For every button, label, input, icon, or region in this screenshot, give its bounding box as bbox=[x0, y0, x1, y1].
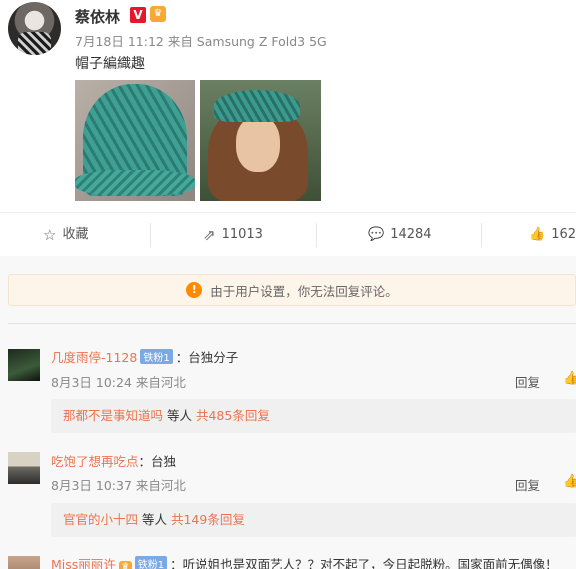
comment-line: 吃饱了想再吃点：台独 bbox=[51, 451, 176, 470]
comment-meta: 8月3日 10:24 来自河北 bbox=[51, 375, 186, 390]
author-name[interactable]: 蔡依林 bbox=[75, 6, 120, 27]
divider bbox=[481, 223, 482, 247]
warning-icon: ! bbox=[186, 282, 203, 298]
post-image-1[interactable] bbox=[75, 80, 195, 201]
thumbs-up-icon[interactable]: 👍 bbox=[563, 474, 576, 489]
commenter-avatar[interactable] bbox=[8, 556, 40, 569]
post-action-bar: ☆ 收藏 ⇗ 11013 💬 14284 👍 162 bbox=[0, 212, 576, 256]
post-image-2[interactable] bbox=[200, 80, 321, 201]
commenter-name[interactable]: Miss丽丽许 bbox=[51, 557, 116, 569]
verified-badge-icon: V bbox=[130, 7, 146, 23]
comment-line: 几度雨停-1128 铁粉1 ：台独分子 bbox=[51, 347, 238, 366]
author-avatar[interactable] bbox=[8, 2, 61, 55]
sub-reply-user[interactable]: 官官的小十四 bbox=[63, 512, 138, 527]
favorite-button[interactable]: ☆ 收藏 bbox=[43, 213, 88, 257]
post-meta: 7月18日 11:12 来自 Samsung Z Fold3 5G bbox=[75, 34, 327, 49]
post-text: 帽子編織趣 bbox=[75, 56, 145, 72]
sub-replies-box[interactable]: 官官的小十四 等人 共149条回复 bbox=[51, 503, 576, 537]
divider bbox=[8, 323, 576, 324]
favorite-label: 收藏 bbox=[62, 227, 89, 242]
commenter-avatar[interactable] bbox=[8, 452, 40, 484]
commenter-name[interactable]: 几度雨停-1128 bbox=[51, 350, 137, 365]
sub-reply-count[interactable]: 共485条回复 bbox=[196, 408, 270, 423]
sub-reply-count[interactable]: 共149条回复 bbox=[171, 512, 245, 527]
like-button[interactable]: 👍 162 bbox=[529, 213, 576, 257]
comment-text: ：台独 bbox=[138, 454, 177, 469]
reply-button[interactable]: 回复 bbox=[515, 372, 540, 391]
thumbs-up-icon[interactable]: 👍 bbox=[563, 371, 576, 386]
comment-text: ：台独分子 bbox=[175, 350, 239, 365]
sub-reply-mid: 等人 bbox=[163, 408, 196, 423]
reply-disabled-notice: ! 由于用户设置，你无法回复评论。 bbox=[8, 274, 576, 306]
comment-line: Miss丽丽许 ♛ 铁粉1 ：听说姐也是双面艺人？？对不起了，今日起脱粉。国家面前无偶… bbox=[51, 554, 558, 569]
fan-badge: 铁粉1 bbox=[134, 556, 168, 569]
weibo-post: 蔡依林 V ♛ 7月18日 11:12 来自 Samsung Z Fold3 5… bbox=[0, 0, 576, 212]
thumbs-up-icon: 👍 bbox=[529, 227, 546, 242]
share-button[interactable]: ⇗ 11013 bbox=[203, 213, 263, 257]
commenter-name[interactable]: 吃饱了想再吃点 bbox=[51, 454, 139, 469]
like-count: 162 bbox=[551, 227, 576, 242]
commenter-avatar[interactable] bbox=[8, 349, 40, 381]
reply-button[interactable]: 回复 bbox=[515, 475, 540, 494]
comment-icon: 💬 bbox=[368, 227, 385, 242]
sub-reply-user[interactable]: 那都不是事知道吗 bbox=[63, 408, 163, 423]
crown-badge-icon: ♛ bbox=[118, 561, 132, 569]
notice-text: 由于用户设置，你无法回复评论。 bbox=[210, 283, 398, 299]
comment-button[interactable]: 💬 14284 bbox=[368, 213, 432, 257]
crown-badge-icon: ♛ bbox=[150, 6, 166, 22]
comment-count: 14284 bbox=[390, 227, 432, 242]
divider bbox=[316, 223, 317, 247]
star-outline-icon: ☆ bbox=[43, 226, 57, 244]
share-icon: ⇗ bbox=[203, 226, 216, 244]
fan-badge: 铁粉1 bbox=[140, 349, 173, 364]
share-count: 11013 bbox=[221, 227, 263, 242]
comment-meta: 8月3日 10:37 来自河北 bbox=[51, 478, 186, 493]
sub-replies-box[interactable]: 那都不是事知道吗 等人 共485条回复 bbox=[51, 399, 576, 433]
divider bbox=[150, 223, 151, 247]
sub-reply-mid: 等人 bbox=[138, 512, 171, 527]
comment-text: ：听说姐也是双面艺人？？对不起了，今日起脱粉。国家面前无偶像！ bbox=[170, 557, 558, 569]
